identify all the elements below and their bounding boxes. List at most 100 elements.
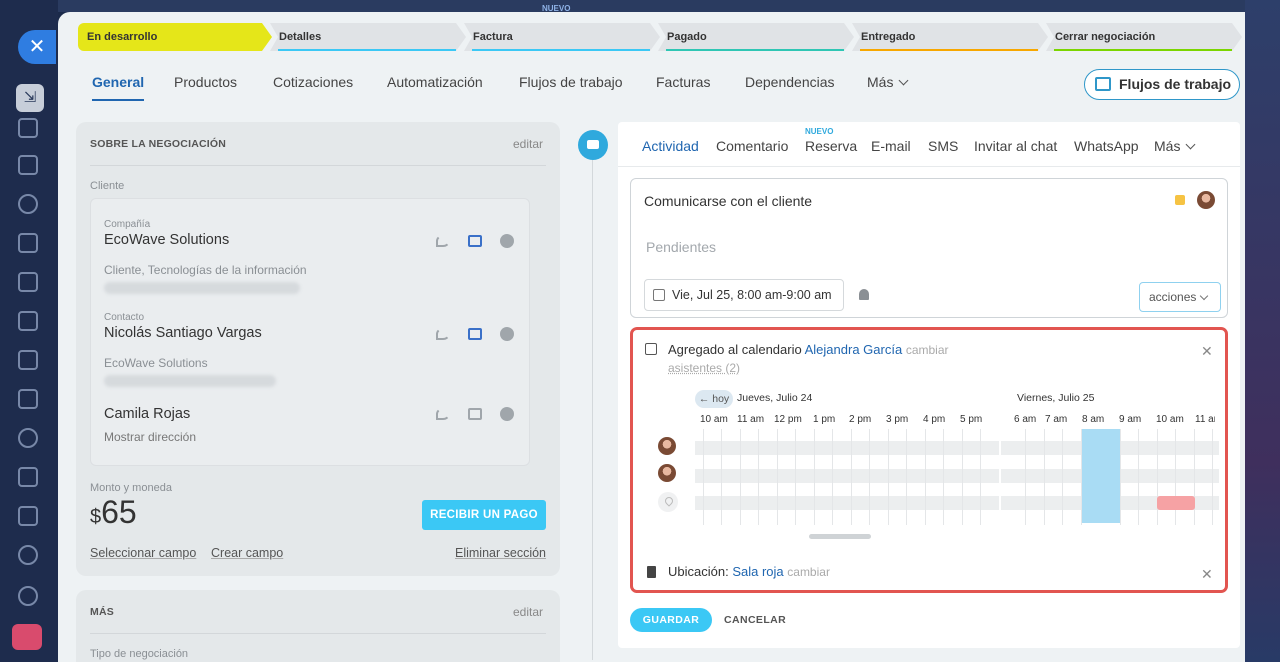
- stage-en-desarrollo[interactable]: En desarrollo: [78, 23, 272, 51]
- crm-icon[interactable]: [18, 350, 38, 370]
- editor-tab-sms[interactable]: SMS: [928, 138, 958, 154]
- mail-icon[interactable]: [468, 328, 482, 340]
- location-value-link[interactable]: Sala roja: [732, 564, 783, 579]
- cancel-button[interactable]: CANCELAR: [724, 614, 786, 626]
- contacts-icon[interactable]: [18, 428, 38, 448]
- editor-tab-mas[interactable]: Más: [1154, 138, 1196, 154]
- tab-dependencias[interactable]: Dependencias: [745, 74, 835, 90]
- tab-flujos-de-trabajo[interactable]: Flujos de trabajo: [519, 74, 623, 90]
- chat-icon[interactable]: [18, 118, 38, 138]
- contact-name[interactable]: Nicolás Santiago Vargas: [104, 325, 262, 341]
- editor-tab-whatsapp[interactable]: WhatsApp: [1074, 138, 1139, 154]
- mail-icon[interactable]: [468, 235, 482, 247]
- location-icon: [647, 566, 656, 578]
- selected-time-slot[interactable]: [1082, 429, 1120, 523]
- mail-icon[interactable]: [468, 408, 482, 420]
- chat-icon[interactable]: [500, 407, 514, 421]
- client-box: Compañía EcoWave Solutions Cliente, Tecn…: [90, 198, 530, 466]
- tab-facturas[interactable]: Facturas: [656, 74, 710, 90]
- tab-cotizaciones[interactable]: Cotizaciones: [273, 74, 353, 90]
- timeline-scrollbar[interactable]: [809, 534, 871, 539]
- edit-link[interactable]: editar: [513, 137, 543, 151]
- tab-general[interactable]: General: [92, 74, 145, 101]
- chevron-down-icon: [1200, 291, 1209, 301]
- editor-tab-invitar[interactable]: Invitar al chat: [974, 138, 1057, 154]
- minimize-icon[interactable]: ⇲: [16, 84, 44, 112]
- attendees-link[interactable]: asistentes (2): [668, 361, 740, 375]
- receive-payment-button[interactable]: RECIBIR UN PAGO: [422, 500, 546, 530]
- phone-icon[interactable]: [436, 328, 450, 340]
- phone-icon[interactable]: [436, 235, 450, 247]
- close-slider-button[interactable]: ✕: [18, 30, 56, 64]
- feed-icon[interactable]: [18, 155, 38, 175]
- company-name[interactable]: EcoWave Solutions: [104, 232, 229, 248]
- availability-grid[interactable]: [695, 429, 1219, 525]
- responsible-avatar[interactable]: [1197, 191, 1215, 209]
- save-button[interactable]: GUARDAR: [630, 608, 712, 632]
- datetime-picker[interactable]: Vie, Jul 25, 8:00 am-9:00 am: [644, 279, 844, 311]
- mail-icon[interactable]: [18, 389, 38, 409]
- app-logo-icon[interactable]: [12, 624, 42, 650]
- color-picker-icon[interactable]: [1175, 195, 1185, 205]
- automation-icon[interactable]: [18, 545, 38, 565]
- location-pin-icon: [658, 492, 678, 512]
- close-calendar-icon[interactable]: ✕: [1201, 343, 1213, 360]
- task-title-input[interactable]: Comunicarse con el cliente: [644, 193, 812, 209]
- timeline-chat-icon: [578, 130, 608, 160]
- app-sidebar: ✕ ⇲: [0, 0, 58, 662]
- delete-section-link[interactable]: Eliminar sección: [455, 546, 546, 560]
- chat-icon[interactable]: [500, 327, 514, 341]
- company-description: Cliente, Tecnologías de la información: [104, 263, 307, 277]
- contact-company: EcoWave Solutions: [104, 356, 208, 370]
- actions-dropdown[interactable]: acciones: [1139, 282, 1221, 312]
- bell-icon[interactable]: [859, 289, 869, 300]
- boards-icon[interactable]: [18, 311, 38, 331]
- calendar-icon[interactable]: [18, 233, 38, 253]
- chat-icon[interactable]: [500, 234, 514, 248]
- settings-icon[interactable]: [18, 586, 38, 606]
- stage-factura[interactable]: Factura: [464, 23, 660, 51]
- second-contact-name[interactable]: Camila Rojas: [104, 406, 190, 422]
- tab-productos[interactable]: Productos: [174, 74, 237, 90]
- amount-label: Monto y moneda: [90, 482, 172, 494]
- editor-tab-actividad[interactable]: Actividad: [642, 138, 699, 154]
- tab-automatizacion[interactable]: Automatización: [387, 74, 483, 90]
- groups-icon[interactable]: [18, 194, 38, 214]
- hour-label: 7 am: [1045, 414, 1068, 425]
- change-location-link[interactable]: cambiar: [787, 565, 830, 579]
- attendee-avatar: [658, 437, 676, 455]
- chevron-down-icon: [899, 75, 909, 86]
- stage-pagado[interactable]: Pagado: [658, 23, 854, 51]
- edit-link[interactable]: editar: [513, 605, 543, 619]
- location-row: Ubicación: Sala roja cambiar: [668, 564, 830, 579]
- editor-tab-reserva[interactable]: Reserva: [805, 138, 857, 154]
- hour-label: 3 pm: [886, 414, 909, 425]
- client-label: Cliente: [90, 180, 125, 192]
- create-field-link[interactable]: Crear campo: [211, 546, 283, 560]
- chevron-down-icon: [1186, 139, 1196, 150]
- top-bar: NUEVO: [58, 0, 1245, 13]
- calendar-icon: [645, 343, 657, 355]
- select-field-link[interactable]: Seleccionar campo: [90, 546, 196, 560]
- tasks-icon[interactable]: [18, 467, 38, 487]
- editor-tab-comentario[interactable]: Comentario: [716, 138, 788, 154]
- stage-detalles[interactable]: Detalles: [270, 23, 466, 51]
- hour-label: 10 am: [1156, 414, 1184, 425]
- hour-label: 11 am: [1195, 414, 1215, 425]
- tab-mas[interactable]: Más: [867, 74, 909, 90]
- task-description-input[interactable]: Pendientes: [646, 239, 716, 255]
- change-calendar-link[interactable]: cambiar: [906, 343, 949, 357]
- busy-slot: [1157, 496, 1195, 510]
- close-location-icon[interactable]: ✕: [1201, 566, 1213, 583]
- documents-icon[interactable]: [18, 272, 38, 292]
- phone-icon[interactable]: [436, 408, 450, 420]
- today-button[interactable]: ← hoy: [695, 390, 733, 408]
- show-address-link[interactable]: Mostrar dirección: [104, 430, 196, 444]
- amount-value: $65: [90, 494, 137, 530]
- stage-cerrar-negociacion[interactable]: Cerrar negociación: [1046, 23, 1242, 51]
- workflows-button[interactable]: Flujos de trabajo: [1084, 69, 1240, 100]
- editor-tab-email[interactable]: E-mail: [871, 138, 911, 154]
- stage-entregado[interactable]: Entregado: [852, 23, 1048, 51]
- filter-icon[interactable]: [18, 506, 38, 526]
- calendar-person-link[interactable]: Alejandra García: [805, 342, 903, 357]
